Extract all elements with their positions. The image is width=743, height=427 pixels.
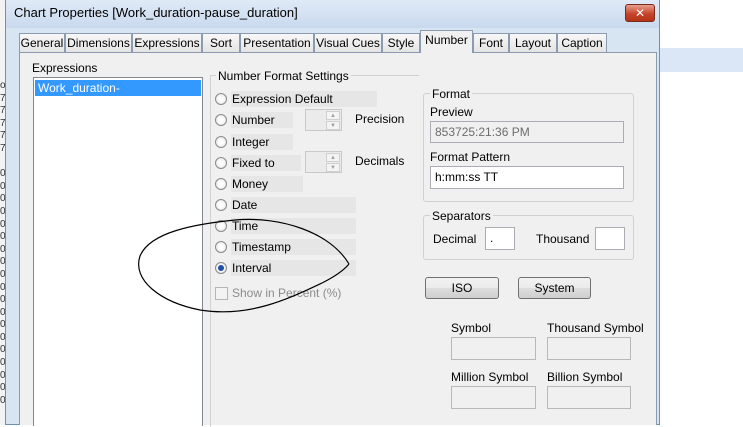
radio-money[interactable]: Money	[215, 176, 305, 192]
million-symbol-label: Million Symbol	[451, 370, 529, 384]
radio-button-interval[interactable]	[215, 262, 227, 274]
background-header-band	[660, 48, 743, 72]
thousand-symbol-input[interactable]	[547, 337, 631, 360]
radio-button-money[interactable]	[215, 178, 227, 190]
radio-timestamp[interactable]: Timestamp	[215, 239, 360, 255]
spin-down-icon[interactable]: ▼	[326, 121, 340, 130]
radio-button-timestamp[interactable]	[215, 241, 227, 253]
radio-date[interactable]: Date	[215, 197, 360, 213]
symbol-input[interactable]	[451, 337, 536, 360]
decimals-label: Decimals	[355, 154, 405, 168]
expression-list-item[interactable]: Work_duration-pause_duration	[35, 80, 201, 111]
spin-down-icon[interactable]: ▼	[326, 163, 340, 172]
decimal-separator-input[interactable]: .	[485, 227, 515, 250]
tab-number[interactable]: Number	[420, 30, 473, 53]
radio-button-integer[interactable]	[215, 136, 227, 148]
radio-interval[interactable]: Interval	[215, 260, 360, 276]
radio-button-fixed-to[interactable]	[215, 157, 227, 169]
tab-caption[interactable]: Caption	[557, 33, 607, 52]
close-button[interactable]: ✕	[625, 4, 655, 22]
thousand-symbol-label: Thousand Symbol	[547, 321, 644, 335]
radio-button-date[interactable]	[215, 199, 227, 211]
format-pattern-label: Format Pattern	[430, 150, 511, 164]
precision-spinner[interactable]: ▲ ▼	[305, 109, 342, 131]
preview-field: 853725:21:36 PM	[430, 121, 624, 143]
window-title: Chart Properties [Work_duration-pause_du…	[14, 5, 298, 20]
chart-properties-dialog: Chart Properties [Work_duration-pause_du…	[5, 0, 660, 427]
radio-number[interactable]: Number	[215, 112, 305, 128]
decimals-spinner[interactable]: ▲ ▼	[305, 151, 342, 173]
preview-label: Preview	[430, 105, 473, 119]
tab-style[interactable]: Style	[382, 33, 420, 52]
format-group-label: Format	[430, 87, 473, 101]
decimal-label: Decimal	[433, 232, 477, 246]
radio-expression-default[interactable]: Expression Default	[215, 91, 385, 107]
format-pattern-input[interactable]: h:mm:ss TT	[430, 166, 624, 189]
radio-integer[interactable]: Integer	[215, 134, 305, 150]
tab-visual-cues[interactable]: Visual Cues	[314, 33, 382, 52]
thousand-label: Thousand	[536, 232, 590, 246]
radio-fixed-to[interactable]: Fixed to	[215, 155, 305, 171]
tab-font[interactable]: Font	[473, 33, 509, 52]
tab-expressions[interactable]: Expressions	[132, 33, 202, 52]
tab-layout[interactable]: Layout	[509, 33, 557, 52]
close-icon: ✕	[634, 6, 646, 20]
tab-dimensions[interactable]: Dimensions	[65, 33, 132, 52]
tab-general[interactable]: General	[19, 33, 65, 52]
radio-time[interactable]: Time	[215, 218, 360, 234]
tab-presentation[interactable]: Presentation	[240, 33, 314, 52]
number-format-group-label: Number Format Settings	[216, 69, 351, 83]
radio-button-number[interactable]	[215, 114, 227, 126]
number-tab-panel: Expressions Work_duration-pause_duration…	[19, 52, 657, 427]
expressions-label: Expressions	[32, 61, 98, 75]
show-in-percent-checkbox[interactable]: Show in Percent (%)	[215, 285, 345, 302]
title-bar[interactable]: Chart Properties [Work_duration-pause_du…	[6, 0, 659, 28]
million-symbol-input[interactable]	[451, 386, 536, 409]
precision-label: Precision	[355, 112, 405, 126]
thousand-separator-input[interactable]	[595, 227, 625, 250]
system-button[interactable]: System	[518, 277, 591, 299]
radio-button-time[interactable]	[215, 220, 227, 232]
spin-up-icon[interactable]: ▲	[326, 153, 340, 162]
billion-symbol-input[interactable]	[547, 386, 631, 409]
tab-sort[interactable]: Sort	[202, 33, 240, 52]
radio-button-expression-default[interactable]	[215, 93, 227, 105]
symbol-label: Symbol	[451, 321, 492, 335]
spin-up-icon[interactable]: ▲	[326, 111, 340, 120]
iso-button[interactable]: ISO	[425, 277, 499, 299]
separators-group-label: Separators	[430, 209, 493, 223]
checkbox-box[interactable]	[215, 287, 228, 300]
billion-symbol-label: Billion Symbol	[547, 370, 623, 384]
expressions-list[interactable]: Work_duration-pause_duration	[33, 77, 203, 426]
